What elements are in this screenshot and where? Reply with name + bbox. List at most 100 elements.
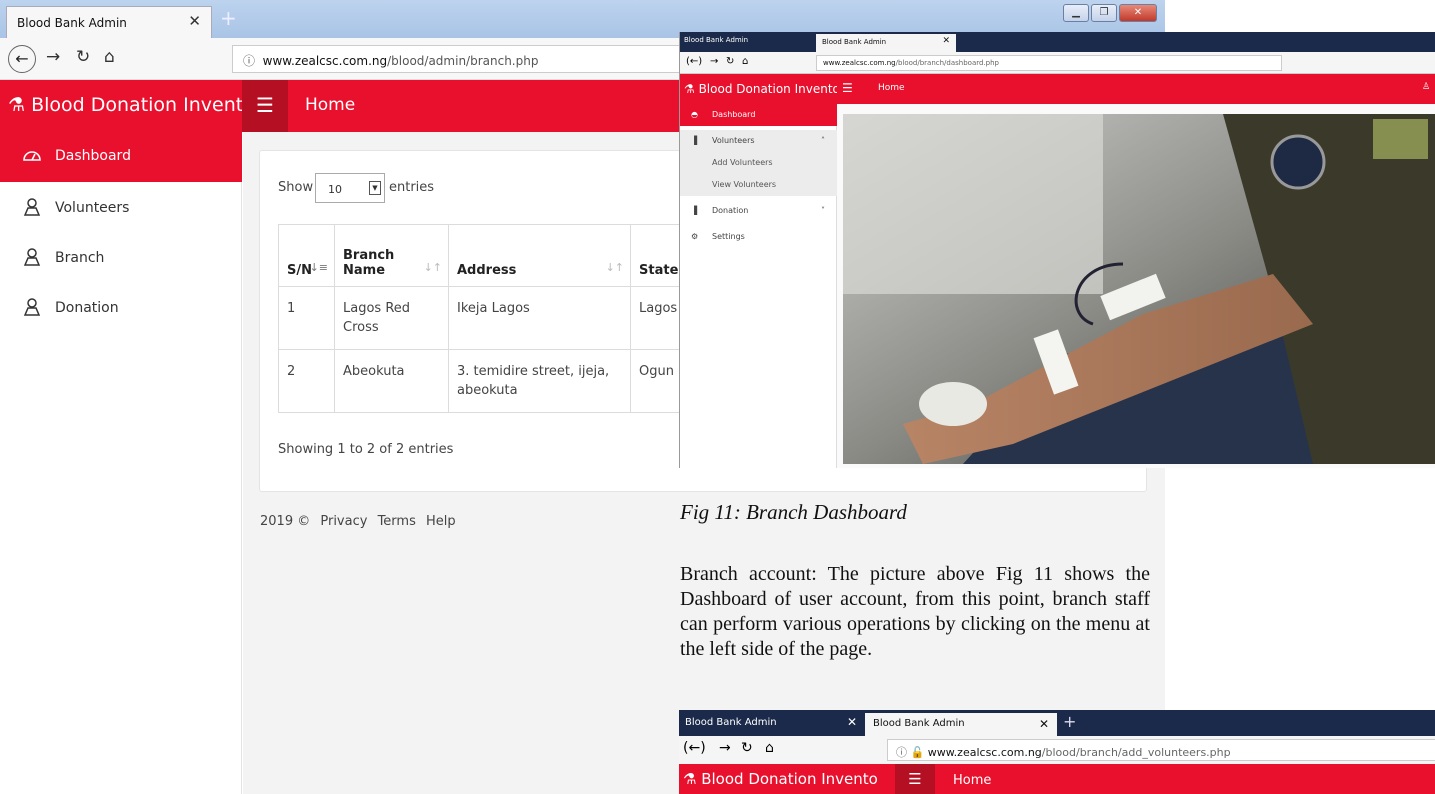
figure-caption: Fig 11: Branch Dashboard bbox=[680, 500, 907, 524]
menu-toggle-icon[interactable]: ☰ bbox=[842, 81, 853, 95]
new-tab-icon[interactable]: + bbox=[1063, 712, 1076, 731]
close-tab-icon[interactable]: ✕ bbox=[1039, 717, 1049, 731]
dashboard-icon bbox=[23, 151, 41, 161]
reload-icon[interactable]: ↻ bbox=[76, 47, 90, 67]
column-header-branch-name[interactable]: Branch Name ↓↑ bbox=[334, 224, 449, 287]
branch-table: S/N ↓≡ Branch Name ↓↑ Address ↓↑ State 1 La… bbox=[278, 224, 691, 413]
sidebar-item-settings[interactable]: ⚙ Settings bbox=[680, 226, 837, 248]
minimize-icon[interactable]: ▁ bbox=[1063, 4, 1089, 22]
cell-branch-name: Abeokuta bbox=[334, 349, 449, 413]
cell-branch-name: Lagos Red Cross bbox=[334, 286, 449, 350]
sidebar-item-branch[interactable]: Branch bbox=[0, 234, 242, 284]
brand[interactable]: ⚗ Blood Donation Invento bbox=[0, 80, 242, 132]
brand[interactable]: ⚗ Blood Donation Invento bbox=[680, 74, 837, 104]
url-path: /blood/admin/branch.php bbox=[387, 54, 539, 68]
user-icon bbox=[23, 198, 41, 216]
user-icon[interactable]: ♙ bbox=[1422, 82, 1430, 92]
sidebar-item-label: Branch bbox=[55, 250, 105, 266]
table-header-row: S/N ↓≡ Branch Name ↓↑ Address ↓↑ State bbox=[278, 224, 691, 287]
address-bar[interactable]: www.zealcsc.com.ng/blood/branch/dashboar… bbox=[816, 55, 1282, 71]
footer: 2019 © Privacy Terms Help bbox=[260, 514, 462, 529]
reload-icon[interactable]: ↻ bbox=[741, 740, 753, 756]
sidebar-subitem-add-volunteers[interactable]: Add Volunteers bbox=[680, 152, 837, 174]
menu-toggle-icon[interactable]: ☰ bbox=[895, 764, 935, 794]
back-icon[interactable]: (←) bbox=[686, 56, 702, 67]
dropdown-arrow-icon: ▼ bbox=[369, 181, 381, 195]
back-icon[interactable]: ← bbox=[8, 45, 36, 73]
brand[interactable]: ⚗ Blood Donation Invento bbox=[683, 770, 878, 788]
dashboard-icon: ◓ bbox=[691, 110, 698, 119]
gear-icon: ⚙ bbox=[691, 232, 699, 241]
sidebar-item-label: Dashboard bbox=[55, 148, 131, 164]
browser-tab[interactable]: Blood Bank Admin ✕ bbox=[6, 6, 212, 38]
tab-bar: Blood Bank Admin Blood Bank Admin ✕ bbox=[680, 32, 1435, 52]
navigation-bar: (←) → ↻ ⌂ www.zealcsc.com.ng/blood/branc… bbox=[680, 52, 1435, 74]
forward-icon[interactable]: → bbox=[719, 740, 731, 756]
browser-tab-active[interactable]: Blood Bank Admin ✕ bbox=[865, 713, 1057, 736]
show-label: Show bbox=[278, 180, 314, 195]
chevron-down-icon: ˅ bbox=[821, 206, 825, 215]
sidebar-item-volunteers[interactable]: ▐ Volunteers ˄ bbox=[680, 130, 837, 152]
close-tab-icon[interactable]: ✕ bbox=[942, 36, 950, 46]
navigation-bar: (←) → ↻ ⌂ ⓘ 🔓 www.zealcsc.com.ng/blood/b… bbox=[679, 736, 1435, 764]
entries-label: entries bbox=[389, 180, 435, 195]
user-icon bbox=[23, 298, 41, 316]
bar-chart-icon: ▐ bbox=[691, 136, 698, 145]
sidebar-item-donation[interactable]: ▐ Donation ˅ bbox=[680, 200, 837, 222]
url-domain: www.zealcsc.com.ng bbox=[262, 54, 388, 68]
sidebar-item-dashboard[interactable]: ◓ Dashboard bbox=[680, 104, 837, 126]
chevron-up-icon: ˄ bbox=[821, 136, 825, 145]
sidebar-item-label: Volunteers bbox=[55, 200, 130, 216]
footer-link-terms[interactable]: Terms bbox=[378, 514, 416, 529]
column-header-address[interactable]: Address ↓↑ bbox=[448, 224, 631, 287]
sidebar-item-volunteers[interactable]: Volunteers bbox=[0, 184, 242, 234]
table-row: 2 Abeokuta 3. temidire street, ijeja, ab… bbox=[278, 349, 691, 413]
tab-title: Blood Bank Admin bbox=[17, 16, 127, 30]
add-volunteers-screenshot: Blood Bank Admin ✕ Blood Bank Admin ✕ + … bbox=[679, 710, 1435, 794]
browser-tab[interactable]: Blood Bank Admin bbox=[684, 36, 814, 44]
cell-address: Ikeja Lagos bbox=[448, 286, 631, 350]
footer-link-privacy[interactable]: Privacy bbox=[320, 514, 367, 529]
page-title: Home bbox=[305, 95, 356, 115]
address-bar[interactable]: ⓘ 🔓 www.zealcsc.com.ng/blood/branch/add_… bbox=[887, 739, 1435, 761]
window-controls: ▁ ❐ ✕ bbox=[1063, 4, 1157, 22]
footer-link-help[interactable]: Help bbox=[426, 514, 456, 529]
home-icon[interactable]: ⌂ bbox=[742, 56, 748, 67]
insecure-icon: 🔓 bbox=[910, 746, 925, 759]
menu-toggle-icon[interactable]: ☰ bbox=[242, 80, 288, 132]
bottle-icon: ⚗ bbox=[8, 94, 26, 116]
dashboard-screenshot: Blood Bank Admin Blood Bank Admin ✕ (←) … bbox=[679, 32, 1435, 468]
sort-icon: ↓↑ bbox=[605, 261, 624, 274]
table-info: Showing 1 to 2 of 2 entries bbox=[278, 442, 454, 457]
forward-icon[interactable]: → bbox=[710, 56, 718, 67]
new-tab-icon[interactable]: + bbox=[220, 6, 237, 30]
close-window-icon[interactable]: ✕ bbox=[1119, 4, 1157, 22]
column-header-sn[interactable]: S/N ↓≡ bbox=[278, 224, 335, 287]
reload-icon[interactable]: ↻ bbox=[726, 56, 734, 67]
user-icon bbox=[23, 248, 41, 266]
sidebar-subitem-view-volunteers[interactable]: View Volunteers bbox=[680, 174, 837, 196]
page-title: Home bbox=[878, 83, 905, 93]
browser-tab[interactable]: Blood Bank Admin bbox=[685, 717, 861, 728]
info-icon: ⓘ bbox=[243, 54, 256, 68]
forward-icon[interactable]: → bbox=[46, 47, 60, 67]
sort-icon: ↓↑ bbox=[423, 261, 442, 274]
cell-address: 3. temidire street, ijeja, abeokuta bbox=[448, 349, 631, 413]
cell-sn: 2 bbox=[278, 349, 335, 413]
home-icon[interactable]: ⌂ bbox=[104, 47, 115, 67]
copyright: 2019 © bbox=[260, 514, 311, 529]
sort-icon: ↓≡ bbox=[309, 261, 328, 274]
bar-chart-icon: ▐ bbox=[691, 206, 698, 215]
sidebar-item-dashboard[interactable]: Dashboard bbox=[0, 132, 242, 182]
close-tab-icon[interactable]: ✕ bbox=[188, 12, 201, 30]
back-icon[interactable]: (←) bbox=[683, 740, 706, 756]
sidebar-item-donation[interactable]: Donation bbox=[0, 284, 242, 334]
maximize-icon[interactable]: ❐ bbox=[1091, 4, 1117, 22]
sidebar: Dashboard Volunteers Branch Donation bbox=[0, 132, 242, 794]
home-icon[interactable]: ⌂ bbox=[765, 740, 774, 756]
close-tab-icon[interactable]: ✕ bbox=[847, 715, 857, 729]
brand-name: Blood Donation Invento bbox=[31, 94, 242, 116]
browser-tab-active[interactable]: Blood Bank Admin ✕ bbox=[816, 34, 956, 52]
entries-select[interactable]: 10 ▼ bbox=[315, 173, 385, 203]
entries-value: 10 bbox=[328, 183, 342, 196]
